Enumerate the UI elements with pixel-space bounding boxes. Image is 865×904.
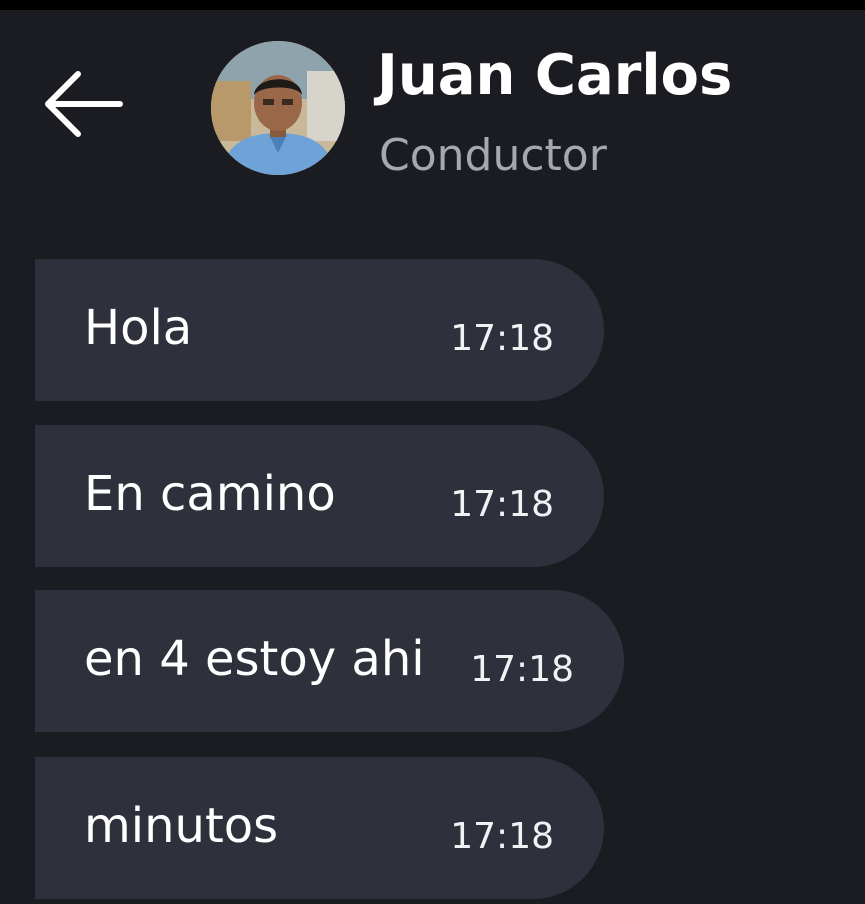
message-text: minutos — [84, 798, 279, 854]
message-bubble[interactable]: Hola 17:18 — [35, 259, 604, 401]
message-text: en 4 estoy ahi — [84, 631, 425, 687]
message-bubble[interactable]: en 4 estoy ahi 17:18 — [35, 590, 624, 732]
message-bubble[interactable]: En camino 17:18 — [35, 425, 604, 567]
message-list: Hola 17:18 En camino 17:18 en 4 estoy ah… — [0, 0, 865, 904]
message-timestamp: 17:18 — [470, 649, 574, 690]
message-text: En camino — [84, 466, 336, 522]
message-timestamp: 17:18 — [450, 318, 554, 359]
message-bubble[interactable]: minutos 17:18 — [35, 757, 604, 899]
message-timestamp: 17:18 — [450, 484, 554, 525]
message-text: Hola — [84, 300, 193, 356]
message-timestamp: 17:18 — [450, 816, 554, 857]
